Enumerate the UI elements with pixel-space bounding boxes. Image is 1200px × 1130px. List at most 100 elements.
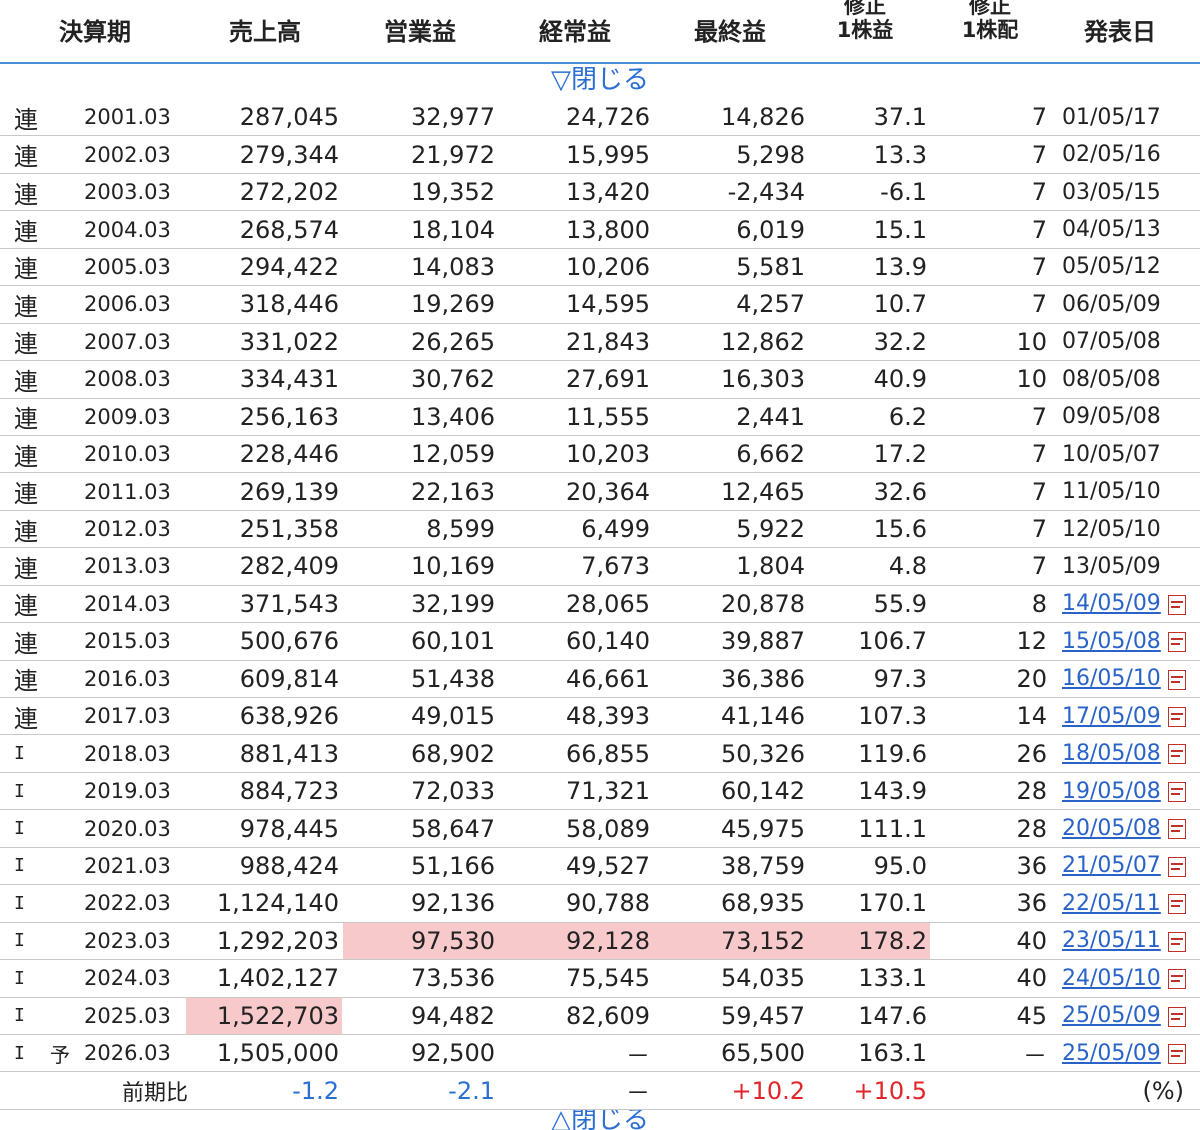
cell-net: 6,019 [736,215,805,244]
cell-operating: 73,536 [411,964,495,993]
cell-ordinary: 15,995 [566,140,650,169]
cell-date[interactable]: 14/05/09 [1062,586,1172,622]
cell-date[interactable]: 24/05/10 [1062,960,1172,996]
table-row: 連 2010.03 228,446 12,059 10,203 6,662 17.2 7 10/… [0,436,1200,474]
cell-operating: 94,482 [411,1001,495,1030]
cell-net: 39,887 [721,627,805,656]
cell-ordinary: 48,393 [566,702,650,731]
cell-date[interactable]: 21/05/07 [1062,848,1172,884]
cell-date: 13/05/09 [1062,553,1161,579]
pdf-icon[interactable] [1168,632,1186,653]
cell-operating: 21,972 [411,140,495,169]
header-eps-bottom: 1株益 [836,18,894,42]
cell-period: 2021.03 [84,853,171,878]
cell-ordinary: 60,140 [566,627,650,656]
cell-date[interactable]: 23/05/11 [1062,923,1172,959]
cell-date[interactable]: 18/05/08 [1062,735,1172,771]
cell-operating: 18,104 [411,215,495,244]
cell-ordinary: － [626,1041,650,1070]
cell-operating: 32,199 [411,589,495,618]
cell-period: 2009.03 [84,404,171,429]
cell-forecast [50,324,78,360]
cell-period: 2024.03 [84,966,171,991]
header-date: 発表日 [1084,18,1156,46]
cell-sales: 331,022 [239,327,339,356]
cell-date[interactable]: 25/05/09 [1062,998,1172,1034]
cell-period: 2011.03 [84,479,171,504]
collapse-toggle-bottom[interactable]: △閉じる [0,1110,1200,1130]
cell-date: 10/05/07 [1062,441,1161,467]
pdf-icon[interactable] [1168,1006,1186,1027]
header-eps: 修正 1株益 [810,0,920,42]
pdf-icon[interactable] [1168,594,1186,615]
cell-date: 07/05/08 [1062,329,1161,355]
table-row: I 2025.03 1,522,703 94,482 82,609 59,457 147.6… [0,997,1200,1035]
cell-forecast [50,399,78,435]
cell-type: 連 [14,367,38,396]
cell-net: 68,935 [721,889,805,918]
cell-div: 8 [1031,589,1047,618]
cell-operating: 92,500 [411,1039,495,1068]
cell-net: 65,500 [721,1039,805,1068]
pdf-icon[interactable] [1168,707,1186,727]
cell-period: 2002.03 [84,142,171,167]
cell-forecast [50,511,78,547]
cell-operating: 60,101 [411,627,495,656]
table-row: 連 2001.03 287,045 32,977 24,726 14,826 37.1 7 01… [0,99,1200,137]
cell-sales: 282,409 [239,552,339,581]
cell-date: 04/05/13 [1062,217,1161,243]
table-row: 連 2008.03 334,431 30,762 27,691 16,303 40.9 10 0… [0,361,1200,399]
pdf-icon[interactable] [1168,819,1186,840]
pdf-icon[interactable] [1168,669,1186,690]
cell-date: 02/05/16 [1062,142,1161,168]
cell-div: 7 [1031,215,1047,244]
cell-div: 26 [1016,739,1047,768]
cell-div: 12 [1016,627,1047,656]
cell-operating: 22,163 [411,477,495,506]
cell-date[interactable]: 25/05/09 [1062,1035,1172,1071]
cell-sales: 268,574 [239,215,339,244]
cell-eps: 106.7 [858,627,927,656]
pdf-icon[interactable] [1168,931,1186,952]
cell-forecast [50,473,78,509]
cell-eps: 17.2 [873,440,927,469]
cell-div: 7 [1031,440,1047,469]
cell-date[interactable]: 22/05/11 [1062,885,1172,921]
cell-div: 7 [1031,515,1047,544]
cell-operating: 13,406 [411,402,495,431]
cell-net: 4,257 [736,290,805,319]
cell-eps: 133.1 [858,964,927,993]
pdf-icon[interactable] [1168,781,1186,802]
cell-date[interactable]: 19/05/08 [1062,773,1172,809]
table-row: I 2024.03 1,402,127 73,536 75,545 54,035 133.1… [0,960,1200,998]
cell-net: 50,326 [721,739,805,768]
cell-ordinary: 75,545 [566,964,650,993]
pdf-icon[interactable] [1168,894,1186,915]
collapse-toggle-top[interactable]: ▽閉じる [0,62,1200,98]
cell-eps: 170.1 [858,889,927,918]
pdf-icon[interactable] [1168,969,1186,990]
cell-date[interactable]: 15/05/08 [1062,623,1172,659]
cell-div: 10 [1016,365,1047,394]
cell-date[interactable]: 16/05/10 [1062,661,1172,697]
cell-ordinary: 13,420 [566,178,650,207]
cell-eps: 13.9 [873,252,927,281]
cell-type: I [14,892,25,914]
cell-forecast [50,623,78,659]
cell-type: 連 [14,480,38,509]
pdf-icon[interactable] [1168,1043,1186,1064]
cell-operating: 30,762 [411,365,495,394]
cell-sales: 1,124,140 [216,889,339,918]
pdf-icon[interactable] [1168,744,1186,765]
cell-period: 2010.03 [84,442,171,467]
cell-div: 7 [1031,477,1047,506]
cell-sales: 1,522,703 [186,997,342,1034]
cell-date: 06/05/09 [1062,291,1161,317]
yoy-sales: -1.2 [292,1076,339,1105]
cell-eps: 10.7 [873,290,927,319]
cell-date[interactable]: 20/05/08 [1062,810,1172,846]
pdf-icon[interactable] [1168,856,1186,877]
cell-sales: 318,446 [239,290,339,319]
cell-date[interactable]: 17/05/09 [1062,698,1172,734]
cell-sales: 287,045 [239,103,339,132]
